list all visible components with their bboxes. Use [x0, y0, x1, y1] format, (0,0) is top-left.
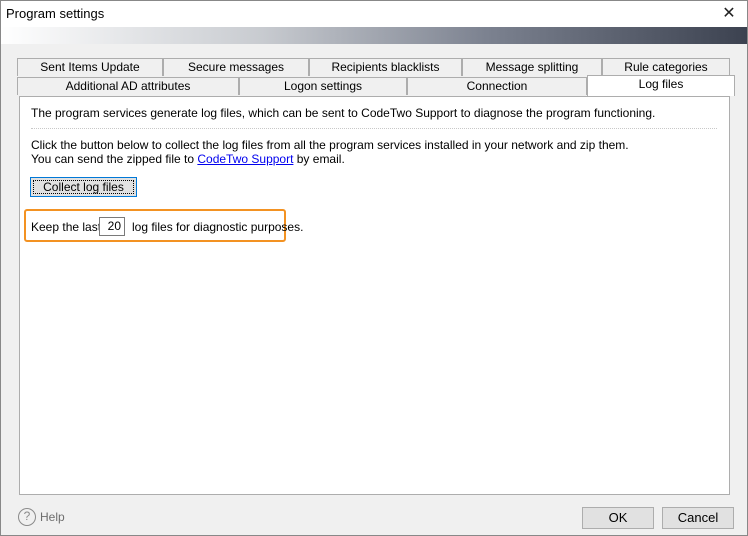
tab-label: Connection [466, 79, 528, 93]
tab-log-files[interactable]: Log files [587, 75, 735, 96]
title-bar: Program settings ✕ [1, 1, 747, 27]
tab-connection[interactable]: Connection [407, 77, 587, 95]
tab-additional-ad-attributes[interactable]: Additional AD attributes [17, 77, 239, 95]
separator-line [31, 128, 717, 129]
description-text: Click the button below to collect the lo… [31, 138, 651, 166]
close-icon[interactable]: ✕ [715, 2, 743, 26]
tab-secure-messages[interactable]: Secure messages [163, 58, 309, 76]
help-icon: ? [18, 508, 36, 526]
tab-label: Sent Items Update [40, 60, 140, 74]
tab-recipients-blacklists[interactable]: Recipients blacklists [309, 58, 462, 76]
log-count-input[interactable]: 20 [99, 217, 125, 236]
ok-button[interactable]: OK [582, 507, 654, 529]
tab-message-splitting[interactable]: Message splitting [462, 58, 602, 76]
log-files-panel: The program services generate log files,… [19, 96, 730, 495]
help-link[interactable]: ? Help [18, 508, 65, 526]
collect-log-files-button[interactable]: Collect log files [30, 177, 137, 197]
intro-text: The program services generate log files,… [31, 106, 656, 120]
tab-sent-items-update[interactable]: Sent Items Update [17, 58, 163, 76]
help-label: Help [40, 510, 65, 524]
tab-logon-settings[interactable]: Logon settings [239, 77, 407, 95]
tab-label: Logon settings [283, 79, 363, 93]
cancel-button[interactable]: Cancel [662, 507, 734, 529]
tab-label: Rule categories [624, 60, 708, 74]
program-settings-window: Program settings ✕ Sent Items Update Sec… [0, 0, 748, 536]
window-title: Program settings [6, 6, 105, 21]
codetwo-support-link[interactable]: CodeTwo Support [197, 152, 293, 166]
tab-rule-categories[interactable]: Rule categories [602, 58, 730, 76]
tab-label: Log files [638, 77, 684, 91]
keep-suffix-label: log files for diagnostic purposes. [132, 220, 304, 234]
tab-label: Recipients blacklists [331, 60, 440, 74]
tab-label: Additional AD attributes [65, 79, 191, 93]
header-banner [1, 27, 747, 44]
tab-label: Message splitting [485, 60, 579, 74]
tab-label: Secure messages [187, 60, 285, 74]
description-after-link: by email. [293, 152, 345, 166]
keep-last-label: Keep the last [31, 220, 102, 234]
